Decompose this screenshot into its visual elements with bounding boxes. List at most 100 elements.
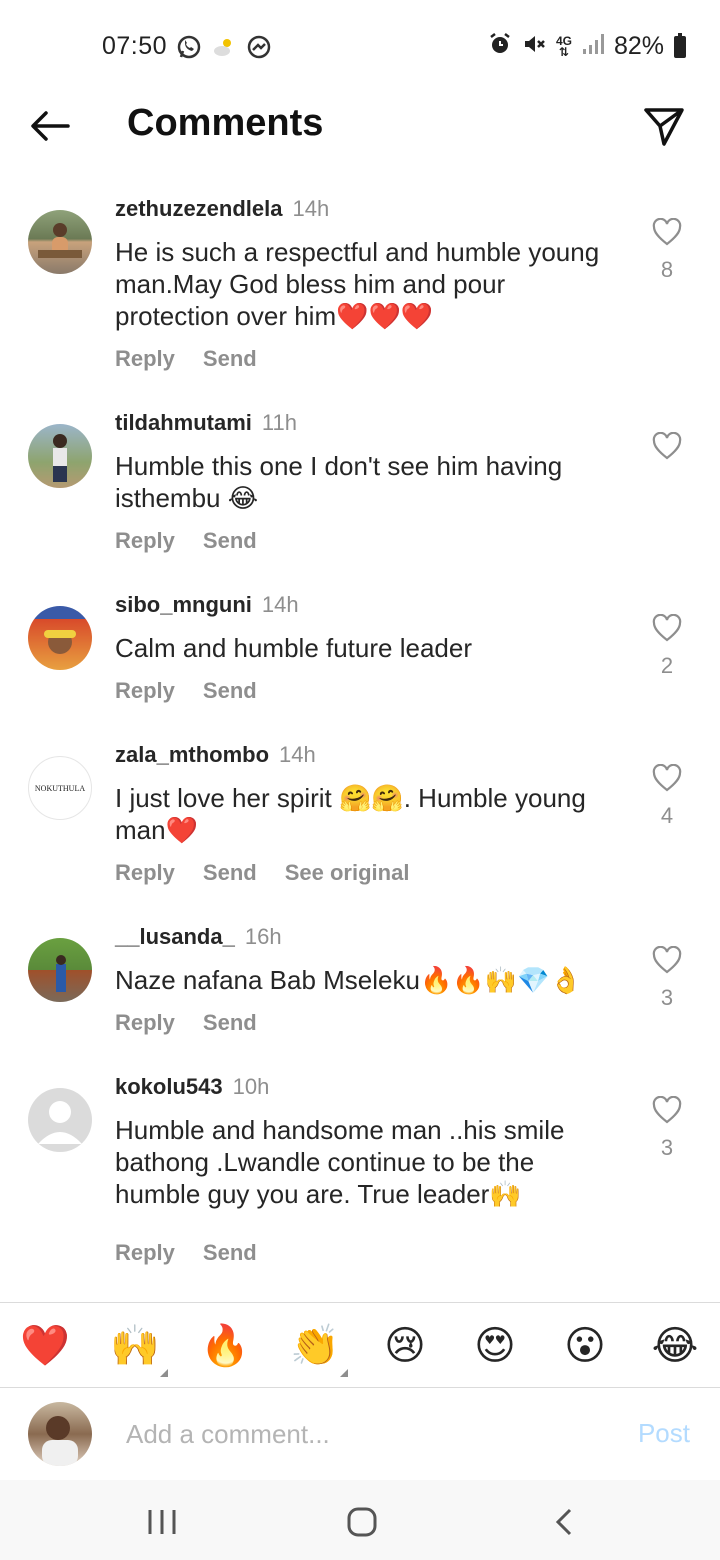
alarm-icon: [488, 32, 512, 61]
skin-tone-indicator: [160, 1369, 168, 1377]
comment-item: kokolu543 10h Humble and handsome man ..h…: [0, 1074, 720, 1284]
send-button[interactable]: Send: [203, 346, 257, 372]
messenger-icon: [246, 34, 272, 65]
avatar[interactable]: [28, 210, 92, 274]
reaction-clap-label: 👏: [290, 1324, 340, 1368]
like-button[interactable]: 4: [652, 763, 682, 829]
see-original-button[interactable]: See original: [285, 860, 410, 886]
comment-text: Humble and handsome man ..his smile bath…: [115, 1115, 565, 1209]
send-button[interactable]: Send: [203, 1010, 257, 1036]
avatar[interactable]: [28, 424, 92, 488]
like-button[interactable]: [652, 431, 682, 465]
avatar[interactable]: [28, 1088, 92, 1152]
comment-body: tildahmutami 11h Humble this one I don't …: [115, 410, 610, 554]
recents-button[interactable]: [142, 1502, 182, 1542]
comment-actions: Reply Send: [115, 1240, 610, 1266]
send-button[interactable]: Send: [203, 860, 257, 886]
comment-username[interactable]: __lusanda_: [115, 924, 235, 949]
comment-text: He is such a respectful and humble young…: [115, 237, 600, 331]
heart-icon: [652, 1095, 682, 1124]
reaction-heart[interactable]: ❤️: [20, 1321, 70, 1371]
reaction-heart-eyes[interactable]: 😍: [470, 1321, 520, 1371]
comment-meta: zethuzezendlela 14h: [115, 196, 610, 222]
comment-username[interactable]: zala_mthombo: [115, 742, 269, 767]
comment-meta: tildahmutami 11h: [115, 410, 610, 436]
default-user-icon: [38, 1101, 82, 1144]
my-avatar[interactable]: [28, 1402, 92, 1466]
header: Comments: [0, 92, 720, 162]
reaction-crying[interactable]: 😢: [380, 1321, 430, 1371]
comment-text: I just love her spirit 🤗🤗. Humble young …: [115, 783, 586, 845]
like-button[interactable]: 3: [652, 1095, 682, 1161]
heart-icon: [652, 431, 682, 460]
weather-icon: [212, 35, 236, 64]
comment-username[interactable]: tildahmutami: [115, 410, 252, 435]
comment-actions: Reply Send: [115, 678, 610, 704]
comment-meta: kokolu543 10h: [115, 1074, 610, 1100]
comment-time: 10h: [232, 1074, 270, 1099]
like-count: 2: [660, 653, 674, 678]
like-button[interactable]: 3: [652, 945, 682, 1011]
recents-icon: [148, 1510, 176, 1534]
comment-time: 14h: [279, 742, 316, 767]
reply-button[interactable]: Reply: [115, 528, 175, 554]
mute-icon: [522, 32, 546, 61]
avatar-logo-text: NOKUTHULA: [34, 783, 86, 793]
send-button[interactable]: Send: [203, 1240, 257, 1266]
heart-icon: [652, 763, 682, 792]
reaction-surprised[interactable]: 😮: [560, 1321, 610, 1371]
reaction-raised-hands[interactable]: 🙌: [110, 1321, 168, 1377]
comment-body: zala_mthombo 14h I just love her spirit 🤗…: [115, 742, 610, 886]
comment-actions: Reply Send See original: [115, 860, 610, 886]
reaction-clap[interactable]: 👏: [290, 1321, 348, 1377]
add-comment-bar: Post: [0, 1390, 720, 1480]
avatar[interactable]: [28, 938, 92, 1002]
paper-plane-icon: [644, 108, 684, 146]
comment-body: __lusanda_ 16h Naze nafana Bab Mseleku🔥🔥🙌…: [115, 924, 610, 1036]
network-type: 4G: [555, 33, 572, 48]
system-nav-bar: [0, 1480, 720, 1560]
comment-username[interactable]: zethuzezendlela: [115, 196, 282, 221]
send-button[interactable]: Send: [203, 678, 257, 704]
nav-back-button[interactable]: [545, 1502, 585, 1542]
reply-button[interactable]: Reply: [115, 678, 175, 704]
send-button[interactable]: Send: [203, 528, 257, 554]
arrow-left-icon: [31, 111, 70, 141]
reaction-laughing[interactable]: 😂: [650, 1321, 700, 1371]
status-right: 4G ⇅ 82%: [488, 32, 686, 61]
reply-button[interactable]: Reply: [115, 860, 175, 886]
comment-username[interactable]: sibo_mnguni: [115, 592, 252, 617]
comment-text: Humble this one I don't see him having i…: [115, 451, 563, 513]
comment-time: 16h: [244, 924, 282, 949]
like-count: 3: [660, 985, 674, 1010]
comment-meta: sibo_mnguni 14h: [115, 592, 610, 618]
post-button[interactable]: Post: [638, 1418, 690, 1449]
reaction-fire[interactable]: 🔥: [200, 1321, 250, 1371]
heart-icon: [652, 613, 682, 642]
comment-text: Naze nafana Bab Mseleku🔥🔥🙌💎👌: [115, 965, 582, 995]
home-icon: [347, 1507, 377, 1537]
back-button[interactable]: [28, 108, 72, 144]
comment-time: 11h: [261, 410, 297, 435]
like-button[interactable]: 2: [652, 613, 682, 679]
battery-icon: [674, 32, 686, 58]
share-button[interactable]: [642, 104, 686, 148]
reply-button[interactable]: Reply: [115, 346, 175, 372]
home-button[interactable]: [342, 1502, 382, 1542]
like-count: 8: [660, 257, 674, 282]
comment-body: sibo_mnguni 14h Calm and humble future le…: [115, 592, 610, 704]
page-title: Comments: [127, 102, 324, 144]
like-count: 4: [660, 803, 674, 828]
comment-time: 14h: [261, 592, 299, 617]
avatar[interactable]: NOKUTHULA: [28, 756, 92, 820]
comments-list: zethuzezendlela 14h He is such a respectf…: [0, 196, 720, 1284]
comment-actions: Reply Send: [115, 346, 610, 372]
like-button[interactable]: 8: [652, 217, 682, 283]
comment-meta: zala_mthombo 14h: [115, 742, 610, 768]
comment-username[interactable]: kokolu543: [115, 1074, 223, 1099]
comment-input[interactable]: [126, 1414, 586, 1454]
reply-button[interactable]: Reply: [115, 1010, 175, 1036]
avatar[interactable]: [28, 606, 92, 670]
reply-button[interactable]: Reply: [115, 1240, 175, 1266]
comment-item: tildahmutami 11h Humble this one I don't …: [0, 410, 720, 592]
